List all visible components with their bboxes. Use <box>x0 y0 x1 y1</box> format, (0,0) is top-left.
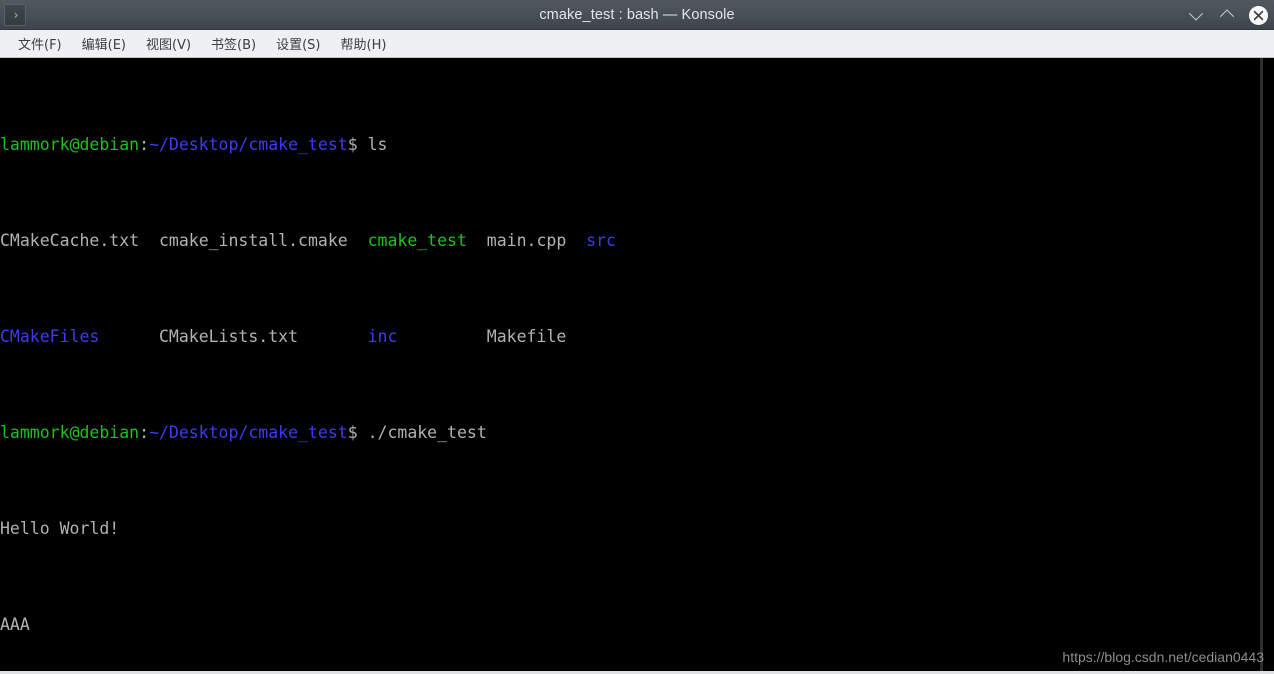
ls-entry-inc: inc <box>367 327 398 346</box>
prompt-user: lammork@debian <box>0 423 140 442</box>
chevron-up-icon <box>1219 9 1235 24</box>
watermark-url: https://blog.csdn.net/cedian0443 <box>1062 649 1264 665</box>
window-title: cmake_test : bash — Konsole <box>539 6 735 23</box>
ls-entry-cmake-test: cmake_test <box>367 231 467 250</box>
terminal-command: ls <box>367 135 388 154</box>
menu-item-view[interactable]: 视图(V) <box>136 31 201 56</box>
terminal-line-ls-row-1: CMakeCache.txt cmake_install.cmake cmake… <box>0 229 1256 253</box>
ls-entry-makefile: Makefile <box>486 327 567 346</box>
terminal-line-output-2: AAA <box>0 613 1256 637</box>
ls-gap <box>348 231 368 250</box>
terminal-line-prompt-1: lammork@debian:~/Desktop/cmake_test$ ls <box>0 133 1256 157</box>
menu-item-edit[interactable]: 编辑(E) <box>72 31 136 56</box>
window-controls <box>1187 0 1268 30</box>
menu-item-file[interactable]: 文件(F) <box>8 31 72 56</box>
prompt-sigil: $ <box>347 423 368 442</box>
prompt-path: ~/Desktop/cmake_test <box>149 423 348 442</box>
ls-gap <box>99 327 159 346</box>
close-icon <box>1253 10 1264 20</box>
menu-item-settings[interactable]: 设置(S) <box>266 31 330 56</box>
window-titlebar: › cmake_test : bash — Konsole <box>0 0 1274 30</box>
ls-entry-main-cpp: main.cpp <box>486 231 567 250</box>
ls-entry-cmake-install: cmake_install.cmake <box>158 231 348 250</box>
minimize-button[interactable] <box>1187 6 1205 24</box>
prompt-colon: : <box>139 135 150 154</box>
ls-entry-cmakelists: CMakeLists.txt <box>158 327 299 346</box>
prompt-colon: : <box>139 423 150 442</box>
chevron-down-icon <box>1188 6 1204 21</box>
menubar: 文件(F) 编辑(E) 视图(V) 书签(B) 设置(S) 帮助(H) <box>0 30 1274 58</box>
menu-item-bookmarks[interactable]: 书签(B) <box>201 31 266 56</box>
terminal-line-prompt-2: lammork@debian:~/Desktop/cmake_test$ ./c… <box>0 421 1256 445</box>
menu-item-help[interactable]: 帮助(H) <box>331 31 397 56</box>
terminal-line-ls-row-2: CMakeFiles CMakeLists.txt inc Makefile <box>0 325 1256 349</box>
prompt-path: ~/Desktop/cmake_test <box>149 135 348 154</box>
prompt-user: lammork@debian <box>0 135 140 154</box>
program-output: AAA <box>0 615 30 634</box>
terminal-area[interactable]: lammork@debian:~/Desktop/cmake_test$ ls … <box>0 58 1274 674</box>
ls-gap <box>298 327 368 346</box>
ls-entry-src: src <box>586 231 616 250</box>
ls-entry-cmakecache: CMakeCache.txt <box>0 231 140 250</box>
konsole-window: › cmake_test : bash — Konsole 文件(F) 编辑(E… <box>0 0 1274 674</box>
ls-entry-cmakefiles: CMakeFiles <box>0 327 100 346</box>
ls-gap <box>139 231 159 250</box>
program-output: Hello World! <box>0 519 120 538</box>
prompt-sigil: $ <box>347 135 368 154</box>
terminal-command: ./cmake_test <box>367 423 487 442</box>
terminal-output: lammork@debian:~/Desktop/cmake_test$ ls … <box>0 61 1256 671</box>
ls-gap <box>467 231 487 250</box>
terminal-scrollbar[interactable] <box>1260 58 1263 671</box>
ls-gap <box>397 327 486 346</box>
terminal-line-output-1: Hello World! <box>0 517 1256 541</box>
ls-gap <box>566 231 586 250</box>
close-button[interactable] <box>1249 5 1268 25</box>
maximize-button[interactable] <box>1218 6 1236 24</box>
terminal-prompt-icon: › <box>4 3 26 26</box>
